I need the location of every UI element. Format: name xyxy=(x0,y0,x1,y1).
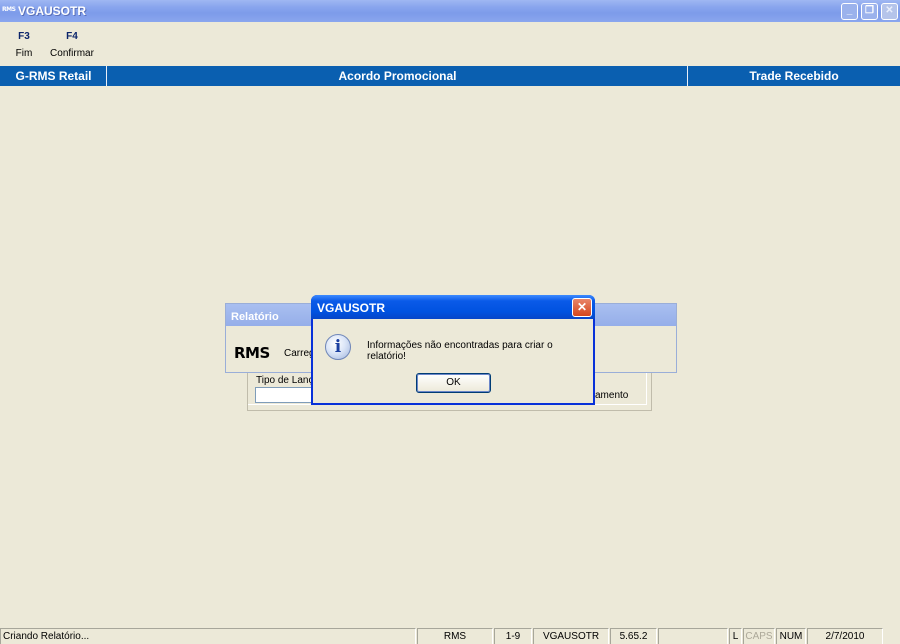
status-blank xyxy=(658,628,728,644)
status-program: VGAUSOTR xyxy=(533,628,609,644)
header-module-title: Acordo Promocional xyxy=(338,69,457,83)
dialog-message: Informações não encontradas para criar o… xyxy=(367,340,553,362)
rms-app-icon: RMS xyxy=(2,6,16,13)
status-version: 5.65.2 xyxy=(610,628,657,644)
header-app-name: G-RMS Retail xyxy=(15,69,92,83)
toolbar-fim-button[interactable]: F3 Fim xyxy=(12,31,36,59)
status-message: Criando Relatório... xyxy=(0,628,416,644)
status-bar: Criando Relatório... RMS 1-9 VGAUSOTR 5.… xyxy=(0,627,900,644)
window-title-bar[interactable]: RMS VGAUSOTR _ ❐ ✕ xyxy=(0,0,900,22)
partial-field-label: amento xyxy=(595,390,629,401)
window-title: VGAUSOTR xyxy=(18,4,87,18)
module-header: G-RMS Retail Acordo Promocional Trade Re… xyxy=(0,66,900,86)
tipo-lancamento-label: Tipo de Lanç xyxy=(256,375,314,386)
status-date: 2/7/2010 xyxy=(807,628,883,644)
toolbar-label: Fim xyxy=(15,48,33,59)
message-dialog: VGAUSOTR ✕ i Informações não encontradas… xyxy=(311,295,595,405)
minimize-button[interactable]: _ xyxy=(841,3,858,20)
close-button[interactable]: ✕ xyxy=(881,3,898,20)
report-status-text: Carreg xyxy=(284,348,315,359)
ok-button[interactable]: OK xyxy=(416,373,491,393)
toolbar-key: F3 xyxy=(18,31,30,42)
status-num-indicator: NUM xyxy=(776,628,806,644)
header-screen-title: Trade Recebido xyxy=(749,69,839,83)
toolbar-confirmar-button[interactable]: F4 Confirmar xyxy=(50,31,94,59)
information-icon: i xyxy=(325,334,351,360)
toolbar-key: F4 xyxy=(66,31,78,42)
dialog-title: VGAUSOTR xyxy=(317,301,386,315)
status-l-indicator: L xyxy=(729,628,742,644)
status-range: 1-9 xyxy=(494,628,532,644)
dialog-close-button[interactable]: ✕ xyxy=(572,298,592,317)
dialog-title-bar[interactable]: VGAUSOTR ✕ xyxy=(311,295,595,319)
status-caps-indicator: CAPS xyxy=(743,628,775,644)
toolbar-label: Confirmar xyxy=(50,48,94,59)
status-system: RMS xyxy=(417,628,493,644)
rms-logo: RMS xyxy=(234,344,270,362)
tipo-lancamento-input[interactable] xyxy=(255,387,315,403)
restore-button[interactable]: ❐ xyxy=(861,3,878,20)
